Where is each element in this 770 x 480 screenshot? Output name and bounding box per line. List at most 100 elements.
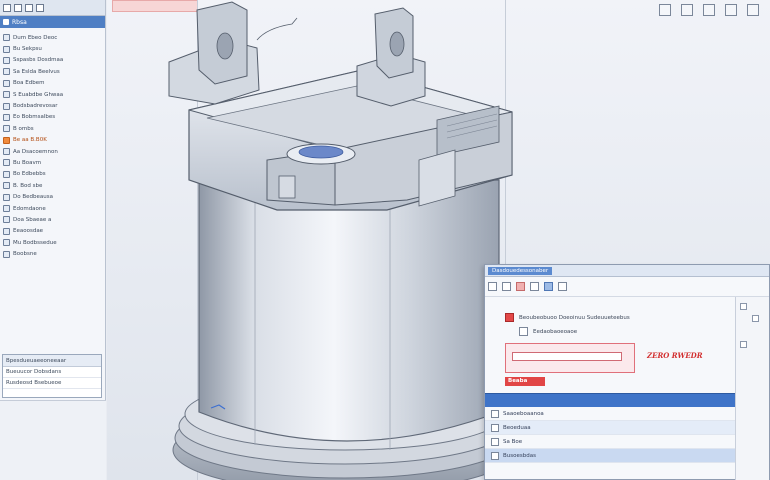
feature-icon [3, 148, 10, 156]
dialog-side-rail [735, 297, 769, 480]
tree-item[interactable]: Aa Dsacoemnon [0, 146, 105, 157]
tree-item-label: Edomdaone [13, 205, 46, 212]
tree-root-label: Rbsa [12, 18, 27, 26]
tree-item-label: Eo Bobmsalbes [13, 114, 56, 121]
tree-item[interactable]: Boobsne [0, 248, 105, 259]
filter-icon[interactable] [3, 3, 11, 12]
tree-item[interactable]: Bu Sekpsu [0, 43, 105, 54]
tree-root[interactable]: Rbsa [0, 16, 105, 28]
apply-icon[interactable] [544, 282, 553, 291]
cylinder-body [198, 179, 500, 442]
tree-item-label: B ombs [13, 125, 34, 132]
tree-item[interactable]: Be aa B.B0K [0, 135, 105, 146]
panel-title: Bpesdueuaeeoneeaar [3, 355, 101, 367]
tree-item-label: Do Bedbeausa [13, 194, 53, 201]
expand-icon[interactable] [14, 3, 22, 12]
tree-properties-panel: Bpesdueuaeeoneeaar Bueuucor Dobsdans Rus… [2, 354, 102, 398]
tree-item[interactable]: Bo Edbebbs [0, 169, 105, 180]
feature-icon [3, 250, 10, 258]
dialog-list-label: Saaoeboaanoa [503, 410, 544, 417]
tree-item-label: Be aa B.B0K [13, 137, 47, 144]
dialog-list-item[interactable]: Beoeduaa [485, 421, 735, 435]
tree-item[interactable]: B. Bod sbe [0, 180, 105, 191]
new-icon[interactable] [488, 282, 497, 291]
feature-icon [3, 182, 10, 190]
copy-icon[interactable] [530, 282, 539, 291]
highlighted-input[interactable] [512, 352, 622, 361]
tree-item-label: Bu Boavm [13, 159, 42, 166]
dialog-field-row: Beoubeobuoo Doeoinuu Sudeuueteebus [505, 313, 630, 322]
tree-item[interactable]: Doa Sbaeae a [0, 214, 105, 225]
item-icon [491, 437, 499, 446]
item-icon [491, 423, 499, 432]
error-tag: Beaba [505, 377, 545, 386]
tree-item[interactable]: Bodsbadrevosar [0, 100, 105, 111]
pin-icon[interactable] [752, 315, 759, 322]
highlighted-input-group [505, 343, 635, 373]
feature-icon [3, 239, 10, 247]
tree-item-label: Bo Edbebbs [13, 171, 46, 178]
dialog-sub-row: Eedaobaoeoaoe [519, 327, 577, 336]
dialog-list-label: Beoeduaa [503, 424, 531, 431]
tree-item-label: Boa Edbem [13, 80, 45, 87]
tree-item-label: B. Bod sbe [13, 182, 43, 189]
dialog-toolbar [485, 277, 769, 297]
feature-icon [3, 125, 10, 133]
property-dialog[interactable]: Dasdouedessonaber Beoubeobuoo Doeoinuu S… [484, 264, 770, 480]
feature-icon [3, 193, 10, 201]
tree-item[interactable]: Edomdaone [0, 203, 105, 214]
delete-icon[interactable] [516, 282, 525, 291]
part-icon [3, 19, 9, 25]
tree-item[interactable]: B ombs [0, 123, 105, 134]
tree-item[interactable]: Mu Bodbssedue [0, 237, 105, 248]
check-icon[interactable] [740, 341, 747, 348]
dialog-list-label: Busoesbdas [503, 452, 536, 459]
tree-item-label: Aa Dsacoemnon [13, 148, 58, 155]
tree-item[interactable]: Bu Boavm [0, 157, 105, 168]
selected-list-row[interactable] [485, 393, 735, 407]
feature-icon [3, 34, 10, 42]
link-icon [519, 327, 528, 336]
tree-item[interactable]: Eo Bobmsalbes [0, 112, 105, 123]
dialog-list-label: Sa Boe [503, 438, 523, 445]
tree-footer [0, 400, 106, 480]
refresh-icon[interactable] [558, 282, 567, 291]
dialog-list-item[interactable]: Sa Boe [485, 435, 735, 449]
tree-item[interactable]: Sspasbs Dosdmaa [0, 55, 105, 66]
tree-item-label: Mu Bodbssedue [13, 239, 57, 246]
tree-item[interactable]: S Euabdbe Ghwaa [0, 89, 105, 100]
tree-item-label: Boobsne [13, 251, 37, 258]
dialog-sub-label: Eedaobaoeoaoe [533, 328, 578, 335]
feature-icon [3, 56, 10, 64]
feature-icon [3, 68, 10, 76]
settings-icon[interactable] [36, 3, 44, 12]
tree-item[interactable]: Boa Edbem [0, 78, 105, 89]
graphics-viewport[interactable]: Dasdouedessonaber Beoubeobuoo Doeoinuu S… [107, 0, 770, 480]
feature-icon [3, 45, 10, 53]
dialog-field-label: Beoubeobuoo Doeoinuu Sudeuueteebus [519, 314, 630, 321]
dialog-list-item[interactable]: Saaoeboaanoa [485, 407, 735, 421]
feature-icon [3, 91, 10, 99]
feature-icon [3, 205, 10, 213]
item-icon [491, 451, 499, 460]
panel-row[interactable]: Rusdeosd Bsebueoe [3, 378, 101, 389]
feature-icon [3, 113, 10, 121]
tree-item-label: Sa Eslda Beelvus [13, 68, 60, 75]
tree-item[interactable]: Eeaoosdae [0, 226, 105, 237]
feature-icon [3, 216, 10, 224]
tree-item[interactable]: Dum Ebeo Deoc [0, 32, 105, 43]
tree-item-label: Eeaoosdae [13, 228, 44, 235]
dialog-list-item[interactable]: Busoesbdas [485, 449, 735, 463]
tree-item[interactable]: Sa Eslda Beelvus [0, 66, 105, 77]
dialog-title: Dasdouedessonaber [488, 266, 553, 275]
tree-item[interactable]: Do Bedbeausa [0, 191, 105, 202]
dialog-list: Saaoeboaanoa Beoeduaa Sa Boe Busoesbdas [485, 407, 735, 463]
nav-up-icon[interactable] [740, 303, 747, 310]
tree-item-label: Dum Ebeo Deoc [13, 34, 58, 41]
tree-item-label: Bodsbadrevosar [13, 103, 58, 110]
feature-icon [3, 102, 10, 110]
collapse-icon[interactable] [25, 3, 33, 12]
open-icon[interactable] [502, 282, 511, 291]
error-icon [505, 313, 514, 322]
panel-row[interactable]: Bueuucor Dobsdans [3, 367, 101, 378]
